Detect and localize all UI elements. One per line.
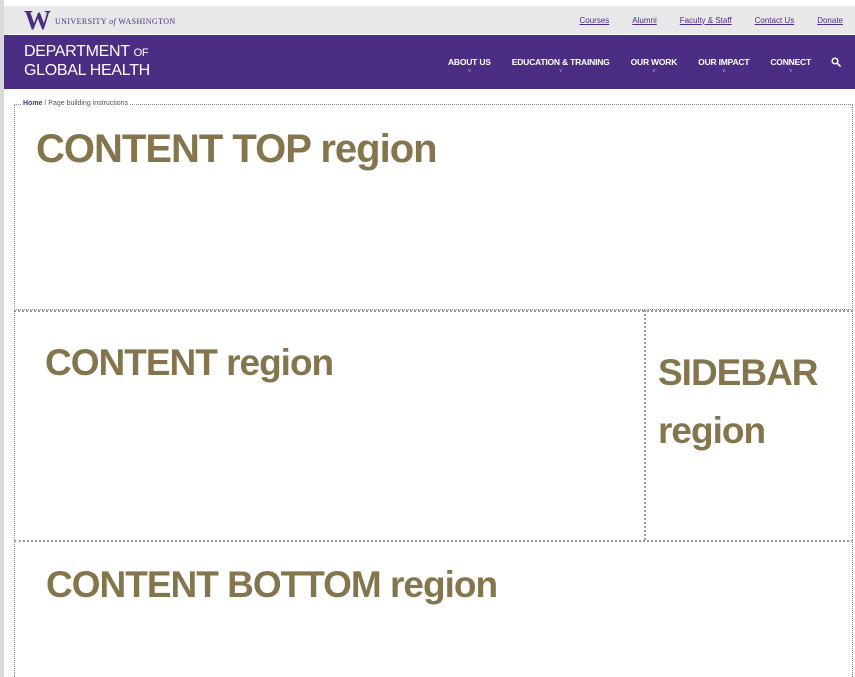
nav-education-training[interactable]: EDUCATION & TRAINING ˅ [511,57,610,75]
chevron-down-icon: ˅ [652,69,656,75]
left-edge [0,0,4,677]
utility-links: Courses Alumni Faculty & Staff Contact U… [557,6,844,34]
uw-w-logo-icon: W [24,5,51,35]
link-courses[interactable]: Courses [580,16,610,25]
department-header: DEPARTMENT OF GLOBAL HEALTH ABOUT US ˅ ED… [4,35,855,89]
uw-logo[interactable]: W UNIVERSITY of WASHINGTON [24,5,176,35]
link-donate[interactable]: Donate [817,16,843,25]
department-title-main: DEPARTMENT [24,43,134,60]
uw-utility-bar: W UNIVERSITY of WASHINGTON Courses Alumn… [4,6,855,34]
sidebar-region: SIDEBAR region [644,310,853,540]
nav-education-training-label: EDUCATION & TRAINING [511,57,610,67]
department-title[interactable]: DEPARTMENT OF GLOBAL HEALTH [24,43,150,80]
content-top-region-label: CONTENT TOP region [36,127,438,171]
link-faculty-staff[interactable]: Faculty & Staff [680,16,732,25]
university-name: UNIVERSITY of WASHINGTON [55,17,176,26]
content-bottom-region: CONTENT BOTTOM region [14,540,853,677]
search-icon[interactable] [831,57,841,67]
chevron-down-icon: ˅ [467,69,472,75]
chevron-down-icon: ˅ [789,69,793,75]
link-contact-us[interactable]: Contact Us [755,16,795,25]
content-top-region: CONTENT TOP region [14,104,853,310]
nav-our-work[interactable]: OUR WORK ˅ [630,57,678,75]
content-region-label: CONTENT region [45,342,334,383]
breadcrumb: Home / Page building instructions [22,100,130,107]
nav-our-impact[interactable]: OUR IMPACT ˅ [698,57,750,75]
breadcrumb-home[interactable]: Home [23,100,42,107]
link-alumni[interactable]: Alumni [632,16,656,25]
breadcrumb-current: Page building instructions [48,100,129,107]
nav-about-us[interactable]: ABOUT US ˅ [447,57,491,75]
department-title-line2: GLOBAL HEALTH [24,62,150,79]
content-bottom-region-label: CONTENT BOTTOM region [46,564,498,605]
department-title-of: OF [133,47,149,59]
chevron-down-icon: ˅ [722,69,726,75]
university-name-pre: UNIVERSITY [55,17,110,26]
nav-our-impact-label: OUR IMPACT [698,57,750,67]
nav-about-us-label: ABOUT US [447,57,491,67]
page: W UNIVERSITY of WASHINGTON Courses Alumn… [0,0,855,677]
nav-our-work-label: OUR WORK [630,57,678,67]
content-region: CONTENT region [14,310,644,540]
university-name-post: WASHINGTON [116,17,176,26]
sidebar-region-label: SIDEBAR region [658,352,819,451]
chevron-down-icon: ˅ [559,69,563,75]
main-nav: ABOUT US ˅ EDUCATION & TRAINING ˅ OUR WORK… [427,35,841,89]
department-title-line1: DEPARTMENT OF [24,43,150,62]
nav-connect[interactable]: CONNECT ˅ [770,57,811,75]
nav-connect-label: CONNECT [770,57,811,67]
